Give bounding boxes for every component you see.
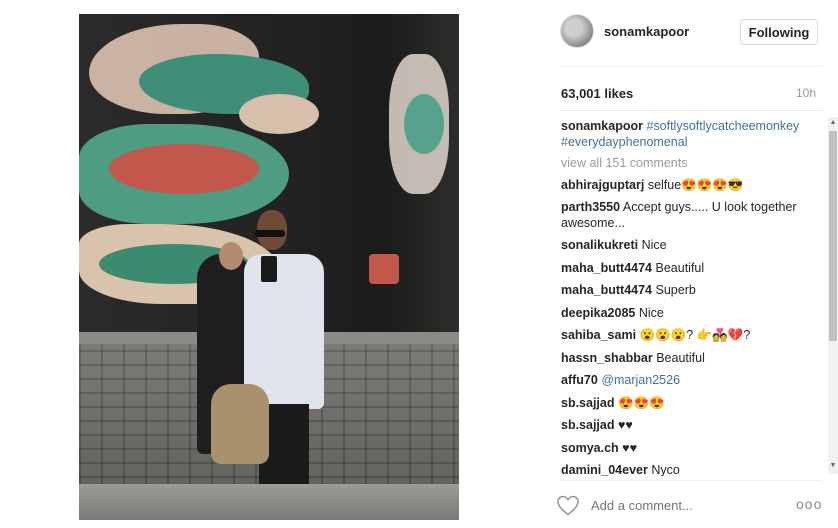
comments-scrollbar[interactable]: ▲ ▼	[828, 117, 838, 474]
mirror-edge	[79, 484, 459, 520]
comment-item: hassn_shabbar Beautiful	[561, 351, 825, 367]
mural-shape	[239, 94, 319, 134]
comment-text: Nyco	[651, 463, 680, 476]
comment-username[interactable]: abhirajguptarj	[561, 178, 644, 192]
comment-username[interactable]: damini_04ever	[561, 463, 648, 476]
scroll-down-arrow-icon[interactable]: ▼	[828, 462, 838, 472]
comment-text: 😍😍😍	[617, 395, 665, 410]
comment-text: ♥♥	[617, 418, 633, 432]
comment-username[interactable]: maha_butt4474	[561, 283, 652, 297]
person-woman-face	[219, 242, 243, 270]
likes-divider	[560, 110, 822, 111]
comment-item: maha_butt4474 Superb	[561, 283, 825, 299]
comment-username[interactable]: affu70	[561, 373, 598, 387]
comment-item: abhirajguptarj selfue😍😍😍😎	[561, 178, 825, 194]
mural-shape	[369, 254, 399, 284]
person-man-sunglasses	[255, 230, 285, 237]
comment-item: sb.sajjad 😍😍😍	[561, 396, 825, 412]
comment-text: Beautiful	[656, 350, 705, 365]
comment-item: sonalikukreti Nice	[561, 238, 825, 254]
comment-username[interactable]: deepika2085	[561, 306, 635, 320]
comment-text: Nice	[641, 238, 667, 252]
mural-shape	[404, 94, 444, 154]
comment-text: Nice	[638, 305, 664, 320]
add-comment-input[interactable]	[591, 498, 771, 513]
comment-text: selfue😍😍😍😎	[647, 177, 744, 192]
comment-item: sb.sajjad ♥♥	[561, 418, 825, 434]
comment-text: Superb	[655, 283, 696, 297]
comment-username[interactable]: sonalikukreti	[561, 238, 638, 252]
comment-item: parth3550 Accept guys..... U look togeth…	[561, 200, 825, 231]
comment-text[interactable]: @marjan2526	[601, 373, 680, 387]
post-time[interactable]: 10h	[796, 86, 816, 100]
comment-username[interactable]: parth3550	[561, 200, 620, 214]
post-header: sonamkapoor Following	[560, 14, 820, 50]
scroll-up-arrow-icon[interactable]: ▲	[828, 119, 838, 129]
header-username[interactable]: sonamkapoor	[604, 24, 689, 39]
following-button[interactable]: Following	[740, 19, 818, 45]
view-all-comments-link[interactable]: view all 151 comments	[561, 156, 825, 172]
comment-username[interactable]: sb.sajjad	[561, 418, 615, 432]
comment-username[interactable]: sb.sajjad	[561, 396, 615, 410]
more-options-icon[interactable]: ooo	[796, 496, 822, 512]
comments-list[interactable]: sonamkapoor #softlysoftlycatcheemonkey #…	[561, 119, 825, 476]
comment-item: maha_butt4474 Beautiful	[561, 261, 825, 277]
header-divider	[560, 66, 822, 67]
comment-text: 😮😮😮? 👉💑💔?	[639, 328, 751, 342]
comments-divider	[560, 480, 822, 481]
caption-username[interactable]: sonamkapoor	[561, 119, 643, 133]
comment-text: ♥♥	[622, 440, 637, 455]
comment-item: deepika2085 Nice	[561, 306, 825, 322]
comment-username[interactable]: somya.ch	[561, 441, 619, 455]
comment-text: Beautiful	[655, 260, 705, 275]
avatar[interactable]	[560, 14, 594, 48]
caption: sonamkapoor #softlysoftlycatcheemonkey #…	[561, 119, 825, 150]
comment-item: sahiba_sami 😮😮😮? 👉💑💔?	[561, 328, 825, 344]
person-man-phone	[261, 256, 277, 282]
add-comment-row: ooo	[556, 494, 826, 518]
comment-username[interactable]: sahiba_sami	[561, 328, 636, 342]
scrollbar-thumb[interactable]	[829, 131, 837, 341]
post-photo[interactable]	[79, 14, 459, 520]
person-bag	[211, 384, 269, 464]
comment-item: damini_04ever Nyco	[561, 463, 825, 476]
comment-item: affu70 @marjan2526	[561, 373, 825, 389]
mural-shape	[109, 144, 259, 194]
comment-item: somya.ch ♥♥	[561, 441, 825, 457]
likes-count[interactable]: 63,001 likes	[561, 86, 633, 101]
comment-username[interactable]: hassn_shabbar	[561, 351, 653, 365]
comment-username[interactable]: maha_butt4474	[561, 261, 652, 275]
heart-outline-icon[interactable]	[556, 494, 580, 516]
